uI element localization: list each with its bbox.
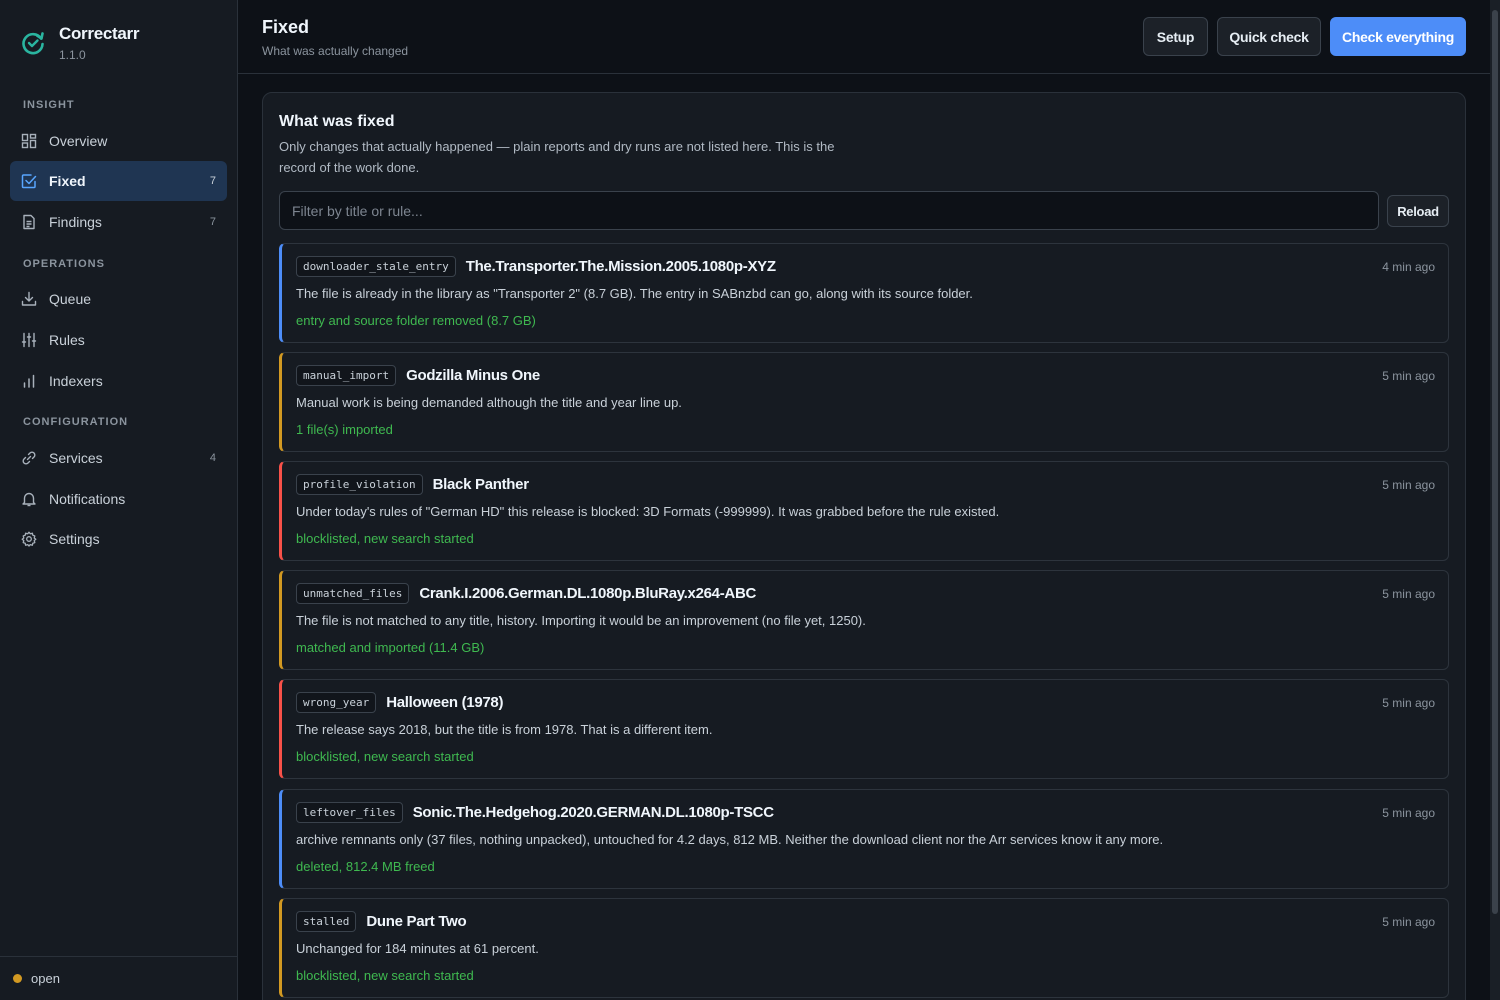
sidebar-item-count: 7 [209, 216, 216, 228]
entry-time: 5 min ago [1382, 915, 1435, 929]
sidebar-item-count: 7 [209, 175, 216, 187]
page-subtitle: What was actually changed [262, 44, 409, 58]
entry-result: blocklisted, new search started [296, 968, 474, 983]
checkbox-icon [21, 173, 37, 189]
document-icon [21, 214, 37, 230]
sidebar-item-count: 4 [209, 452, 216, 464]
fixed-entry[interactable]: profile_violation Black Panther 5 min ag… [279, 461, 1449, 561]
entry-description: Manual work is being demanded although t… [296, 395, 682, 410]
fixed-entry[interactable]: unmatched_files Crank.I.2006.German.DL.1… [279, 570, 1449, 670]
sidebar-item-label: Overview [49, 133, 108, 149]
sliders-icon [21, 332, 37, 348]
entry-title: Dune Part Two [366, 913, 467, 930]
rule-tag: manual_import [296, 365, 397, 386]
entry-time: 5 min ago [1382, 369, 1435, 383]
fixed-entry[interactable]: stalled Dune Part Two 5 min ago Unchange… [279, 898, 1449, 998]
entry-title: Godzilla Minus One [406, 367, 540, 384]
status-text: open [31, 971, 60, 986]
section-label-insight: INSIGHT [23, 99, 75, 111]
sidebar-item-findings[interactable]: Findings 7 [10, 202, 227, 242]
sidebar-item-services[interactable]: Services 4 [10, 438, 227, 478]
rule-tag: stalled [296, 911, 357, 932]
sidebar-item-label: Rules [49, 332, 85, 348]
section-label-operations: OPERATIONS [23, 258, 105, 270]
entry-time: 5 min ago [1382, 478, 1435, 492]
entry-description: The release says 2018, but the title is … [296, 722, 713, 737]
entry-result: matched and imported (11.4 GB) [296, 640, 485, 655]
brand[interactable]: Correctarr 1.1.0 [20, 24, 139, 62]
fixed-entry[interactable]: manual_import Godzilla Minus One 5 min a… [279, 352, 1449, 452]
entry-title: Halloween (1978) [386, 694, 504, 711]
entry-time: 5 min ago [1382, 806, 1435, 820]
sidebar-item-notifications[interactable]: Notifications [10, 479, 227, 519]
quick-check-button[interactable]: Quick check [1217, 17, 1321, 56]
sidebar-item-queue[interactable]: Queue [10, 279, 227, 319]
rule-tag: profile_violation [296, 474, 423, 495]
sidebar-item-label: Findings [49, 214, 102, 230]
entry-result: entry and source folder removed (8.7 GB) [296, 313, 536, 328]
entry-description: Under today's rules of "German HD" this … [296, 504, 1000, 519]
entry-time: 5 min ago [1382, 587, 1435, 601]
sidebar-item-label: Fixed [49, 173, 86, 189]
sidebar-item-indexers[interactable]: Indexers [10, 361, 227, 401]
sidebar-item-fixed[interactable]: Fixed 7 [10, 161, 227, 201]
bar-chart-icon [21, 373, 37, 389]
scrollbar-thumb[interactable] [1492, 10, 1498, 914]
panel-title: What was fixed [279, 113, 395, 130]
logo-refresh-check-icon [22, 32, 44, 55]
fixed-panel: What was fixed Only changes that actuall… [262, 92, 1466, 1000]
entry-result: blocklisted, new search started [296, 531, 474, 546]
bell-icon [21, 491, 37, 507]
app-version: 1.1.0 [59, 48, 86, 62]
rule-tag: unmatched_files [296, 583, 410, 604]
filter-input[interactable] [279, 191, 1379, 230]
entry-result: deleted, 812.4 MB freed [296, 859, 435, 874]
page-scrollbar[interactable] [1490, 0, 1500, 1000]
fixed-entry[interactable]: wrong_year Halloween (1978) 5 min ago Th… [279, 679, 1449, 779]
sidebar: Correctarr 1.1.0 INSIGHT Overview Fixed … [0, 0, 238, 1000]
status-dot-icon [13, 974, 22, 983]
entry-description: archive remnants only (37 files, nothing… [296, 832, 1164, 847]
download-icon [21, 291, 37, 307]
entry-description: The file is not matched to any title, hi… [296, 613, 866, 628]
setup-button[interactable]: Setup [1143, 17, 1208, 56]
sidebar-item-label: Notifications [49, 491, 126, 507]
sidebar-item-label: Settings [49, 531, 100, 547]
entry-title: Black Panther [432, 476, 529, 493]
check-everything-button[interactable]: Check everything [1330, 17, 1466, 56]
entry-result: 1 file(s) imported [296, 422, 393, 437]
dashboard-icon [21, 133, 37, 149]
app-name: Correctarr [59, 24, 140, 43]
entry-title: Sonic.The.Hedgehog.2020.GERMAN.DL.1080p-… [412, 804, 774, 821]
link-icon [21, 450, 37, 466]
connection-status: open [0, 956, 237, 1000]
sidebar-item-label: Queue [49, 291, 92, 307]
panel-description: Only changes that actually happened — pl… [279, 139, 835, 175]
entry-result: blocklisted, new search started [296, 749, 474, 764]
rule-tag: leftover_files [296, 802, 403, 823]
entry-description: The file is already in the library as "T… [296, 286, 973, 301]
topbar: Fixed What was actually changed Setup Qu… [238, 0, 1490, 74]
section-label-configuration: CONFIGURATION [23, 416, 129, 428]
rule-tag: downloader_stale_entry [296, 256, 456, 277]
sidebar-item-rules[interactable]: Rules [10, 320, 227, 360]
entry-description: Unchanged for 184 minutes at 61 percent. [296, 941, 539, 956]
page-title: Fixed [262, 17, 310, 37]
sidebar-item-settings[interactable]: Settings [10, 519, 227, 559]
entry-time: 5 min ago [1382, 696, 1435, 710]
entry-time: 4 min ago [1382, 260, 1435, 274]
sidebar-item-overview[interactable]: Overview [10, 121, 227, 161]
entry-title: Crank.I.2006.German.DL.1080p.BluRay.x264… [419, 585, 757, 602]
rule-tag: wrong_year [296, 692, 377, 713]
fixed-entry[interactable]: downloader_stale_entry The.Transporter.T… [279, 243, 1449, 343]
sidebar-item-label: Services [49, 450, 103, 466]
gear-icon [21, 531, 37, 547]
sidebar-item-label: Indexers [49, 373, 103, 389]
fixed-entry[interactable]: leftover_files Sonic.The.Hedgehog.2020.G… [279, 789, 1449, 889]
entry-title: The.Transporter.The.Mission.2005.1080p-X… [465, 258, 776, 275]
reload-button[interactable]: Reload [1387, 195, 1449, 227]
